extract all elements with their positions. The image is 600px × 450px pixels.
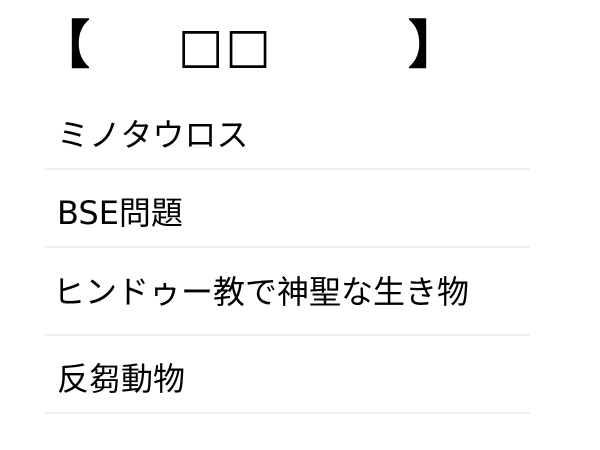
title-bracket-right: 】 <box>408 16 461 76</box>
title-bracket-left: 【 <box>38 16 91 76</box>
quiz-title: 【 □□ 】 <box>38 16 461 78</box>
hint-item: ヒンドゥー教で神聖な生き物 <box>45 248 530 336</box>
title-placeholder-text: □□ <box>178 18 273 74</box>
hint-list: ミノタウロス BSE問題 ヒンドゥー教で神聖な生き物 反芻動物 <box>45 92 530 414</box>
hint-item: BSE問題 <box>45 170 530 248</box>
hint-item: 反芻動物 <box>45 336 530 414</box>
hint-item: ミノタウロス <box>45 92 530 170</box>
